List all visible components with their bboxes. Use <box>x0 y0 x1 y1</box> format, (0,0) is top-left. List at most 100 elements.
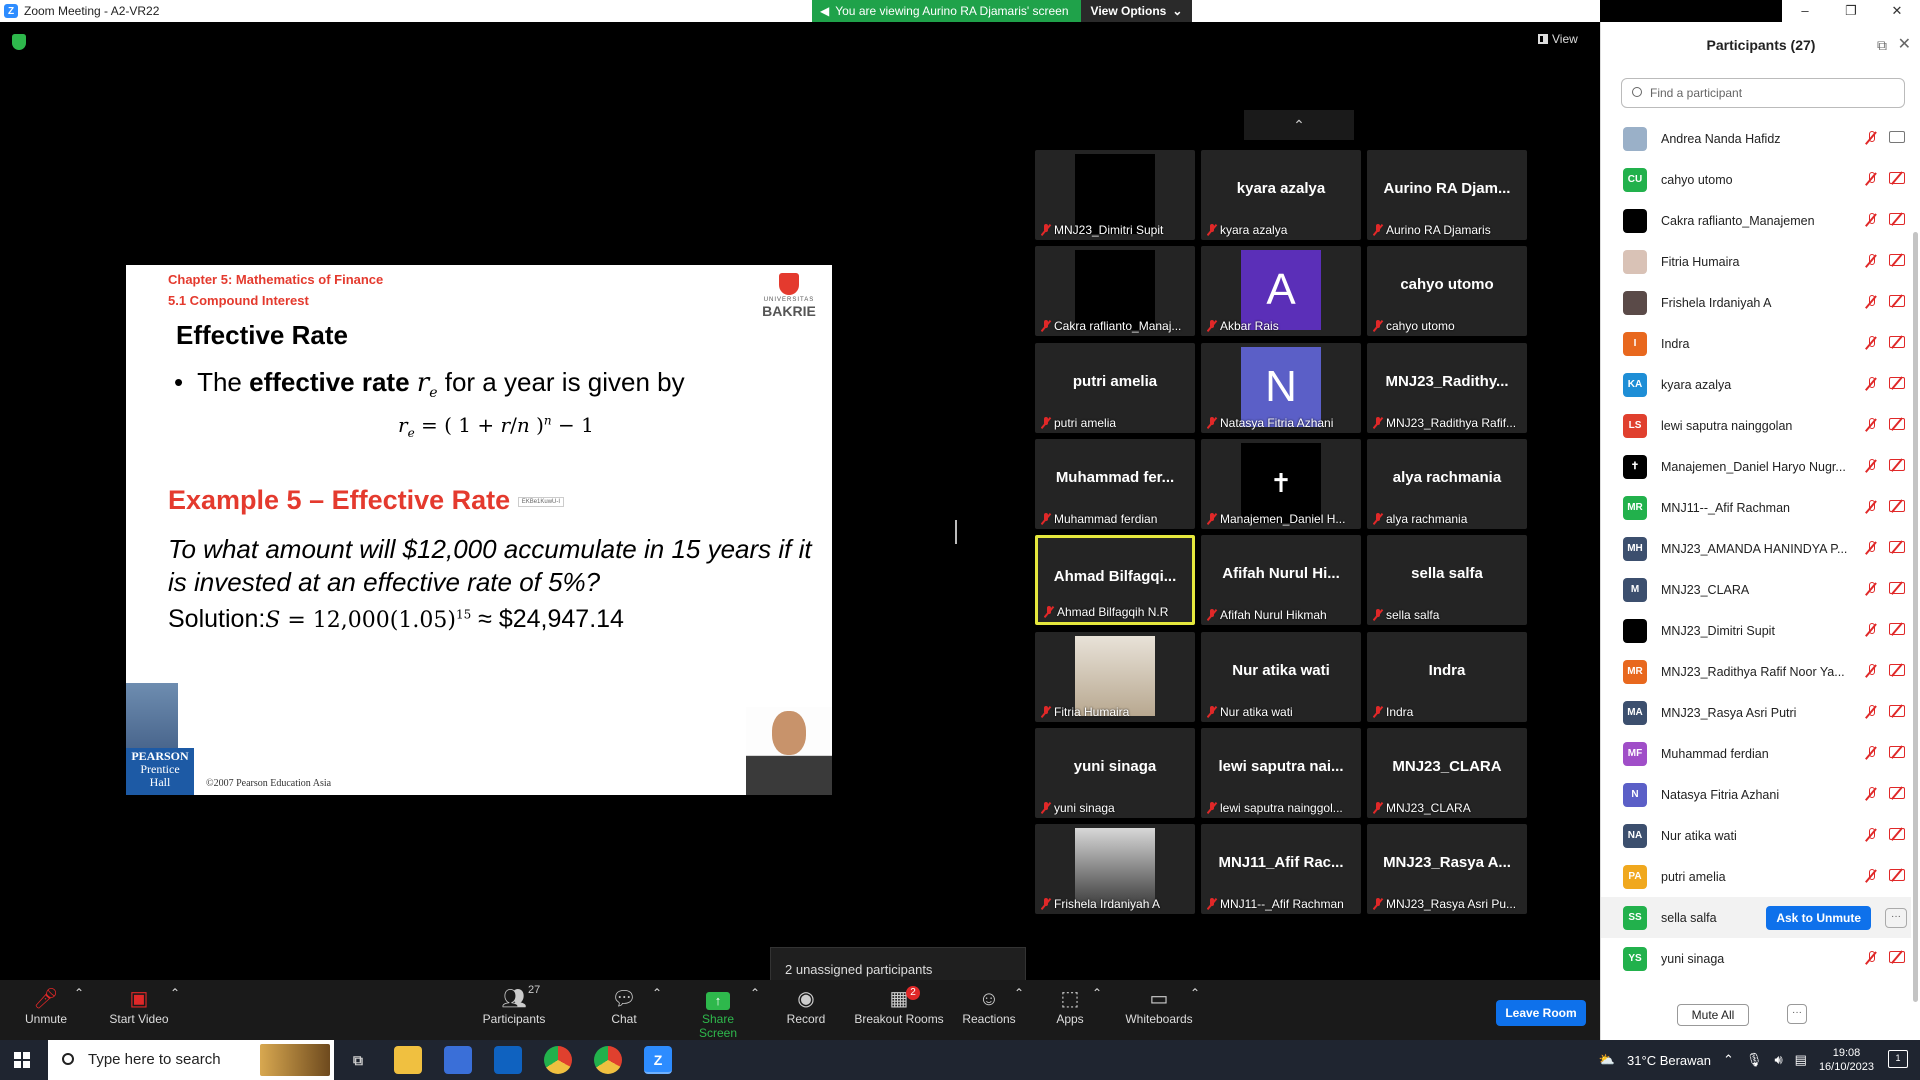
video-tile[interactable]: MNJ11_Afif Rac... MNJ11--_Afif Rachman <box>1201 824 1361 915</box>
minimize-button[interactable]: – <box>1782 0 1828 22</box>
participant-row[interactable]: LS lewi saputra nainggolan <box>1601 405 1911 446</box>
participant-row[interactable]: MH MNJ23_AMANDA HANINDYA P... <box>1601 528 1911 569</box>
video-tile[interactable]: Aurino RA Djam... Aurino RA Djamaris <box>1367 150 1527 240</box>
chrome-profile-icon[interactable] <box>594 1046 622 1074</box>
video-tile[interactable]: cahyo utomo cahyo utomo <box>1367 246 1527 337</box>
whiteboards-button[interactable]: ▭ Whiteboards <box>1124 986 1194 1026</box>
audio-options-caret[interactable]: ⌃ <box>74 986 84 1000</box>
panel-more-button[interactable]: ··· <box>1787 1004 1807 1024</box>
participants-button[interactable]: 👥︎ 27 Participants <box>478 984 550 1026</box>
participant-row[interactable]: YS yuni sinaga <box>1601 938 1911 979</box>
shared-screen[interactable]: Chapter 5: Mathematics of Finance 5.1 Co… <box>6 265 951 795</box>
video-tile[interactable]: A Akbar Rais <box>1201 246 1361 337</box>
microphone-tray-icon[interactable]: 🎙︎ <box>1746 1052 1763 1068</box>
video-tile[interactable]: MNJ23_Dimitri Supit <box>1035 150 1195 240</box>
encryption-shield-icon[interactable] <box>12 34 26 50</box>
participant-search-input[interactable]: Find a participant <box>1621 78 1905 108</box>
video-tile[interactable]: kyara azalya kyara azalya <box>1201 150 1361 240</box>
participant-row[interactable]: PA putri amelia <box>1601 856 1911 897</box>
panel-scrollbar[interactable] <box>1913 232 1918 1002</box>
participant-row[interactable]: MNJ23_Dimitri Supit <box>1601 610 1911 651</box>
apps-button[interactable]: ⬚ Apps <box>1054 986 1086 1026</box>
view-splitter-handle[interactable] <box>955 520 957 544</box>
video-tile[interactable]: Muhammad fer... Muhammad ferdian <box>1035 438 1195 529</box>
video-tile[interactable]: alya rachmania alya rachmania <box>1367 438 1527 529</box>
popout-icon[interactable]: ⧉ <box>1877 22 1887 68</box>
video-tile[interactable]: Frishela Irdaniyah A <box>1035 824 1195 915</box>
mail-icon[interactable] <box>494 1046 522 1074</box>
microsoft-store-icon[interactable] <box>444 1046 472 1074</box>
volume-icon[interactable]: 🔊︎ <box>1774 1052 1782 1068</box>
video-tile[interactable]: Indra Indra <box>1367 631 1527 722</box>
leave-room-button[interactable]: Leave Room <box>1496 1000 1586 1026</box>
participant-row[interactable]: M MNJ23_CLARA <box>1601 569 1911 610</box>
video-tile[interactable]: lewi saputra nai... lewi saputra nainggol… <box>1201 727 1361 818</box>
video-tile[interactable]: sella salfa sella salfa <box>1367 535 1527 626</box>
video-tile[interactable]: Nur atika wati Nur atika wati <box>1201 631 1361 722</box>
video-tile[interactable]: ✝ Manajemen_Daniel H... <box>1201 438 1361 529</box>
participant-row[interactable]: Andrea Nanda Hafidz <box>1601 118 1911 159</box>
start-video-button[interactable]: ▣ Start Video <box>106 986 172 1026</box>
whiteboards-options-caret[interactable]: ⌃ <box>1190 986 1200 1000</box>
close-panel-icon[interactable]: ✕ <box>1898 22 1911 68</box>
video-tile[interactable]: putri amelia putri amelia <box>1035 342 1195 433</box>
video-tile[interactable]: Cakra raflianto_Manaj... <box>1035 246 1195 337</box>
share-options-caret[interactable]: ⌃ <box>750 986 760 1000</box>
video-tile[interactable]: Ahmad Bilfagqi... Ahmad Bilfagqih N.R <box>1035 535 1195 626</box>
weather-text[interactable]: 31°C Berawan <box>1627 1053 1711 1068</box>
close-window-button[interactable]: ✕ <box>1874 0 1920 22</box>
tile-caption: MNJ11--_Afif Rachman <box>1207 897 1359 911</box>
taskbar-search-box[interactable]: Type here to search <box>48 1040 334 1080</box>
breakout-rooms-button[interactable]: ▦ 2 Breakout Rooms <box>854 986 944 1026</box>
video-tile[interactable]: MNJ23_Radithy... MNJ23_Radithya Rafif... <box>1367 342 1527 433</box>
record-button[interactable]: ◉ Record <box>786 986 826 1026</box>
participant-row[interactable]: I Indra <box>1601 323 1911 364</box>
notification-center-icon[interactable]: 1 <box>1888 1050 1908 1068</box>
view-layout-button[interactable]: View <box>1538 32 1578 46</box>
participant-row[interactable]: CU cahyo utomo <box>1601 159 1911 200</box>
chat-options-caret[interactable]: ⌃ <box>652 986 662 1000</box>
ask-to-unmute-button[interactable]: Ask to Unmute <box>1766 906 1871 930</box>
video-tile[interactable]: MNJ23_Rasya A... MNJ23_Rasya Asri Pu... <box>1367 824 1527 915</box>
tile-participant-name: Fitria Humaira <box>1054 704 1130 719</box>
video-tile[interactable]: yuni sinaga yuni sinaga <box>1035 727 1195 818</box>
zoom-taskbar-icon[interactable]: Z <box>644 1046 672 1074</box>
avatar <box>1623 618 1647 643</box>
file-explorer-icon[interactable] <box>394 1046 422 1074</box>
weather-icon[interactable]: ⛅ <box>1599 1052 1615 1068</box>
gallery-scroll-up-button[interactable]: ⌃ <box>1244 110 1354 140</box>
participant-row[interactable]: Frishela Irdaniyah A <box>1601 282 1911 323</box>
video-tile[interactable]: MNJ23_CLARA MNJ23_CLARA <box>1367 727 1527 818</box>
view-options-button[interactable]: View Options ⌄ <box>1080 0 1193 22</box>
participant-row[interactable]: NA Nur atika wati <box>1601 815 1911 856</box>
taskbar-clock[interactable]: 19:08 16/10/2023 <box>1819 1046 1874 1074</box>
video-tile[interactable]: Fitria Humaira <box>1035 631 1195 722</box>
share-screen-button[interactable]: ↑ Share Screen <box>682 986 754 1040</box>
reactions-button[interactable]: ☺ Reactions <box>962 986 1016 1026</box>
participant-row[interactable]: N Natasya Fitria Azhani <box>1601 774 1911 815</box>
maximize-button[interactable]: ❐ <box>1828 0 1874 22</box>
participant-row[interactable]: SS sella salfa Ask to Unmute ··· <box>1601 897 1911 938</box>
participant-row[interactable]: ✝ Manajemen_Daniel Haryo Nugr... <box>1601 446 1911 487</box>
windows-start-button[interactable] <box>14 1052 30 1068</box>
video-tile[interactable]: Afifah Nurul Hi... Afifah Nurul Hikmah <box>1201 535 1361 626</box>
participant-row[interactable]: MR MNJ11--_Afif Rachman <box>1601 487 1911 528</box>
unmute-button[interactable]: 🎤︎ Unmute <box>20 986 72 1026</box>
mute-all-button[interactable]: Mute All <box>1677 1004 1749 1026</box>
chrome-icon[interactable] <box>544 1046 572 1074</box>
chat-button[interactable]: 💬︎ Chat <box>606 986 642 1026</box>
participant-row[interactable]: Cakra raflianto_Manajemen <box>1601 200 1911 241</box>
participant-more-button[interactable]: ··· <box>1885 908 1907 928</box>
apps-options-caret[interactable]: ⌃ <box>1092 986 1102 1000</box>
participant-row[interactable]: MA MNJ23_Rasya Asri Putri <box>1601 692 1911 733</box>
tray-overflow-icon[interactable]: ⌃ <box>1723 1052 1734 1068</box>
participant-row[interactable]: MF Muhammad ferdian <box>1601 733 1911 774</box>
task-view-icon[interactable]: ⧉ <box>344 1046 372 1074</box>
video-tile[interactable]: N Natasya Fitria Azhani <box>1201 342 1361 433</box>
network-icon[interactable]: ▤ <box>1795 1052 1807 1068</box>
participant-row[interactable]: Fitria Humaira <box>1601 241 1911 282</box>
reactions-options-caret[interactable]: ⌃ <box>1014 986 1024 1000</box>
participant-row[interactable]: MR MNJ23_Radithya Rafif Noor Ya... <box>1601 651 1911 692</box>
video-options-caret[interactable]: ⌃ <box>170 986 180 1000</box>
participant-row[interactable]: KA kyara azalya <box>1601 364 1911 405</box>
